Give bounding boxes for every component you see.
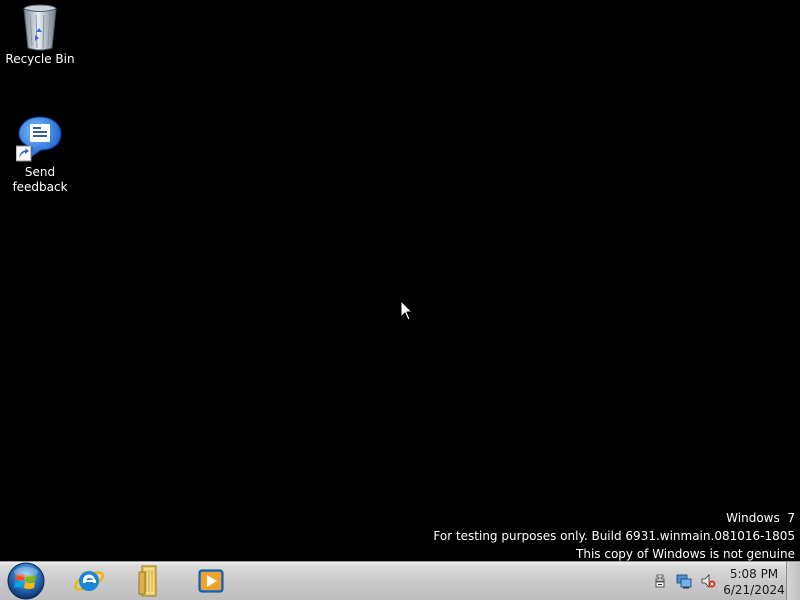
desktop-icon-send-feedback[interactable]: Send feedback: [2, 115, 78, 195]
taskbar-pinned-internet-explorer[interactable]: [66, 563, 112, 599]
recycle-bin-icon: [16, 2, 64, 51]
notification-area: 5:08 PM 6/21/2024: [648, 562, 786, 600]
taskbar: 5:08 PM 6/21/2024: [0, 561, 800, 600]
windows-explorer-icon: [138, 565, 157, 597]
clock-time: 5:08 PM: [729, 567, 779, 581]
windows-media-player-icon: [198, 569, 224, 593]
windows-watermark: Windows 7 For testing purposes only. Bui…: [433, 509, 795, 563]
action-center-tray-button[interactable]: [652, 573, 668, 589]
taskbar-pinned-windows-media-player[interactable]: [188, 563, 234, 599]
network-icon: [676, 574, 692, 589]
show-desktop-button[interactable]: [786, 562, 800, 600]
mouse-cursor-icon: [400, 299, 414, 322]
desktop[interactable]: Recycle Bin Send feedback Windows 7 For …: [0, 0, 800, 600]
volume-tray-button[interactable]: [700, 573, 716, 589]
send-feedback-icon: [15, 115, 64, 163]
action-center-icon: [655, 574, 665, 588]
recycle-bin-label: Recycle Bin: [5, 52, 75, 66]
volume-muted-icon: [701, 574, 716, 588]
windows-start-orb-icon: [7, 562, 45, 600]
taskbar-clock[interactable]: 5:08 PM 6/21/2024: [722, 566, 786, 598]
desktop-icon-recycle-bin[interactable]: Recycle Bin: [2, 2, 78, 67]
start-button[interactable]: [4, 562, 48, 600]
taskbar-pinned-windows-explorer[interactable]: [126, 563, 172, 599]
send-feedback-label: Send feedback: [12, 165, 68, 194]
clock-date: 6/21/2024: [723, 583, 785, 597]
internet-explorer-icon: [73, 571, 105, 591]
watermark-product: Windows 7: [726, 511, 795, 525]
network-tray-button[interactable]: [676, 573, 692, 589]
watermark-build: For testing purposes only. Build 6931.wi…: [433, 529, 795, 543]
